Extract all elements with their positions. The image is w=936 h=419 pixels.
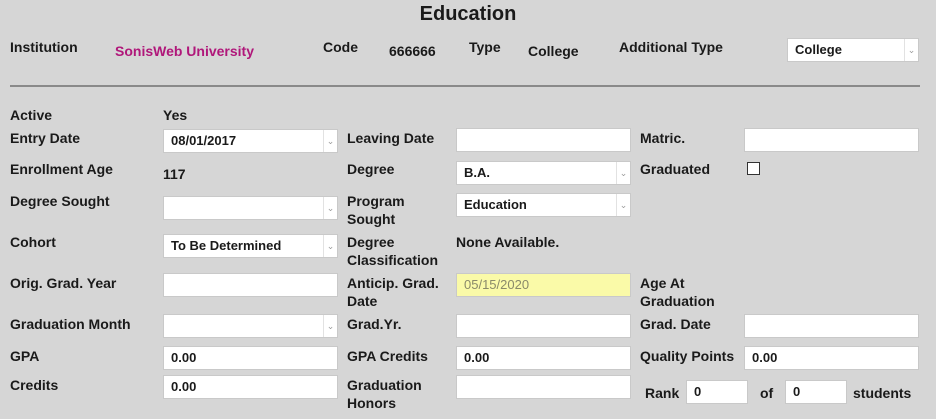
gpa-credits-field[interactable]: 0.00 [456, 346, 631, 370]
additional-type-select[interactable]: College ⌄ [787, 38, 919, 62]
type-label: Type [469, 39, 501, 55]
age-at-graduation-label-line1: Age At [640, 275, 685, 291]
grad-honors-label-line2: Honors [347, 395, 396, 411]
entry-date-field[interactable]: 08/01/2017 ⌄ [163, 129, 338, 153]
rank-label: Rank [645, 385, 680, 401]
gpa-credits-label: GPA Credits [347, 348, 428, 364]
program-sought-select[interactable]: Education ⌄ [456, 193, 631, 217]
enrollment-age-value: 117 [163, 166, 186, 182]
chevron-down-icon: ⌄ [904, 39, 918, 61]
entry-date-value: 08/01/2017 [171, 133, 237, 148]
orig-grad-year-label: Orig. Grad. Year [10, 275, 117, 291]
anticip-grad-date-label-line2: Date [347, 293, 378, 309]
grad-date-label: Grad. Date [640, 316, 711, 332]
degree-classification-value: None Available. [456, 234, 560, 250]
active-label: Active [10, 107, 53, 123]
grad-month-select[interactable]: ⌄ [163, 314, 338, 338]
chevron-down-icon: ⌄ [323, 197, 337, 219]
grad-month-label: Graduation Month [10, 316, 131, 332]
chevron-down-icon: ⌄ [323, 130, 337, 152]
orig-grad-year-field[interactable] [163, 273, 338, 297]
additional-type-label: Additional Type [619, 39, 723, 55]
cohort-value: To Be Determined [171, 238, 282, 253]
grad-honors-label-line1: Graduation [347, 377, 422, 393]
degree-classification-label-line1: Degree [347, 234, 395, 250]
degree-classification-label-line2: Classification [347, 252, 439, 268]
degree-select[interactable]: B.A. ⌄ [456, 161, 631, 185]
graduated-label: Graduated [640, 161, 711, 177]
anticip-grad-date-label: Anticip. Grad. Date [347, 274, 439, 310]
additional-type-value: College [795, 42, 842, 57]
program-sought-label-line1: Program [347, 193, 405, 209]
institution-value: SonisWeb University [115, 43, 255, 59]
quality-points-field[interactable]: 0.00 [744, 346, 919, 370]
matric-field[interactable] [744, 128, 919, 152]
chevron-down-icon: ⌄ [616, 194, 630, 216]
active-value: Yes [163, 107, 188, 123]
credits-label: Credits [10, 377, 59, 393]
matric-label: Matric. [640, 130, 686, 146]
program-sought-label-line2: Sought [347, 211, 396, 227]
entry-date-label: Entry Date [10, 130, 81, 146]
quality-points-label: Quality Points [640, 348, 735, 364]
degree-sought-label: Degree Sought [10, 193, 110, 209]
age-at-graduation-label-line2: Graduation [640, 293, 715, 309]
institution-label: Institution [10, 39, 78, 55]
degree-value: B.A. [464, 165, 490, 180]
code-label: Code [323, 39, 358, 55]
grad-yr-field[interactable] [456, 314, 631, 338]
of-total-field[interactable]: 0 [785, 380, 847, 404]
of-label: of [760, 385, 774, 401]
program-sought-value: Education [464, 197, 527, 212]
grad-honors-field[interactable] [456, 375, 631, 399]
graduated-checkbox[interactable] [747, 162, 760, 175]
age-at-graduation-label: Age At Graduation [640, 274, 715, 310]
grad-date-field[interactable] [744, 314, 919, 338]
grad-yr-label: Grad.Yr. [347, 316, 402, 332]
page-title: Education [419, 3, 517, 25]
cohort-label: Cohort [10, 234, 56, 250]
chevron-down-icon: ⌄ [323, 235, 337, 257]
type-value: College [528, 43, 579, 59]
header-divider [10, 85, 920, 87]
enrollment-age-label: Enrollment Age [10, 161, 113, 177]
degree-classification-label: Degree Classification [347, 233, 438, 269]
degree-sought-select[interactable]: ⌄ [163, 196, 338, 220]
program-sought-label: Program Sought [347, 192, 405, 228]
leaving-date-field[interactable] [456, 128, 631, 152]
rank-field[interactable]: 0 [686, 380, 748, 404]
credits-field[interactable]: 0.00 [163, 375, 338, 399]
code-value: 666666 [389, 43, 436, 59]
degree-label: Degree [347, 161, 395, 177]
anticip-grad-date-label-line1: Anticip. Grad. [347, 275, 439, 291]
chevron-down-icon: ⌄ [616, 162, 630, 184]
gpa-field[interactable]: 0.00 [163, 346, 338, 370]
anticip-grad-date-field[interactable]: 05/15/2020 [456, 273, 631, 297]
cohort-select[interactable]: To Be Determined ⌄ [163, 234, 338, 258]
chevron-down-icon: ⌄ [323, 315, 337, 337]
students-label: students [853, 385, 912, 401]
leaving-date-label: Leaving Date [347, 130, 435, 146]
gpa-label: GPA [10, 348, 40, 364]
grad-honors-label: Graduation Honors [347, 376, 422, 412]
